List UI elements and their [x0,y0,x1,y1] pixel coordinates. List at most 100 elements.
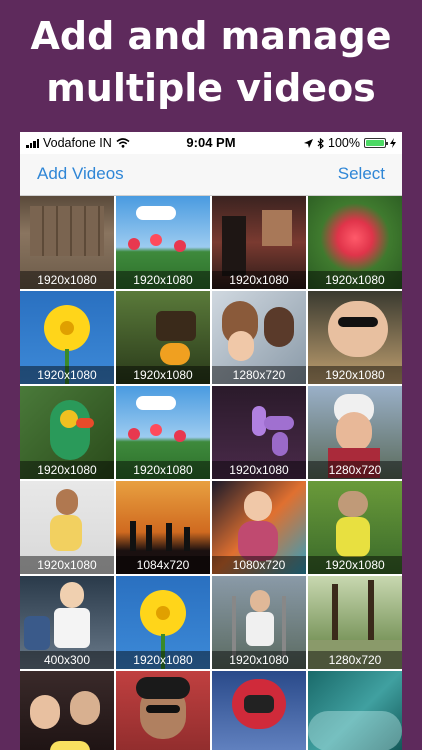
thumbnail-image-detail [130,521,136,551]
thumbnail-image-detail [146,705,180,713]
video-thumbnail[interactable] [308,671,402,750]
video-resolution-label: 1920x1080 [20,556,114,574]
thumbnail-image-detail [338,491,368,517]
thumbnail-image-detail [160,343,190,365]
thumbnail-image-detail [156,311,196,341]
video-resolution-label: 1280x720 [212,366,306,384]
video-resolution-label: 1920x1080 [308,366,402,384]
thumbnail-image-detail [60,410,78,428]
thumbnail-image-detail [222,216,246,276]
video-resolution-label: 1920x1080 [212,271,306,289]
thumbnail-image-detail [308,711,402,750]
add-videos-button[interactable]: Add Videos [37,164,124,184]
thumbnail-image-detail [24,616,50,650]
thumbnail-image-detail [264,307,294,347]
thumbnail-image-detail [76,418,94,428]
thumbnail-image-detail [56,489,78,515]
thumbnail-image-detail [282,596,286,656]
video-thumbnail[interactable]: 1920x1080 [116,291,210,384]
thumbnail-image-detail [228,331,254,361]
video-thumbnail[interactable]: 1920x1080 [308,481,402,574]
video-resolution-label: 1920x1080 [212,651,306,669]
video-thumbnail[interactable] [212,671,306,750]
status-bar: Vodafone IN 9:04 PM 100% [20,132,402,154]
video-thumbnail[interactable]: 1920x1080 [308,196,402,289]
thumbnail-image-detail [156,606,170,620]
thumbnail-image-detail [150,424,162,436]
thumbnail-image-detail [272,432,288,456]
video-thumbnail[interactable]: 1920x1080 [116,386,210,479]
select-button[interactable]: Select [338,164,385,184]
thumbnail-image-detail [328,301,388,357]
video-resolution-label: 1920x1080 [20,366,114,384]
thumbnail-image-detail [246,612,274,646]
headline-line-1: Add and manage [30,14,392,58]
thumbnail-image-detail [166,523,172,551]
video-thumbnail[interactable]: 1920x1080 [116,576,210,669]
video-thumbnail[interactable]: 1920x1080 [20,196,114,289]
video-thumbnail[interactable]: 1280x720 [308,576,402,669]
video-resolution-label: 1920x1080 [20,461,114,479]
video-thumbnail[interactable]: 400x300 [20,576,114,669]
video-resolution-label: 1920x1080 [212,461,306,479]
battery-percent: 100% [328,136,360,150]
thumbnail-image-detail [136,677,190,699]
thumbnail-image-detail [30,695,60,729]
thumbnail-image-detail [136,396,176,410]
video-resolution-label: 1920x1080 [20,271,114,289]
thumbnail-image-detail [128,238,140,250]
video-thumbnail[interactable] [20,671,114,750]
headline-line-2: multiple videos [46,66,376,110]
video-thumbnail[interactable]: 1920x1080 [212,576,306,669]
thumbnail-image-detail [50,515,82,551]
video-thumbnail[interactable]: 1920x1080 [212,386,306,479]
phone-screen: Vodafone IN 9:04 PM 100% Add Videos Sele… [20,132,402,750]
thumbnail-image-detail [338,317,378,327]
thumbnail-image-detail [60,321,74,335]
video-resolution-label: 1920x1080 [116,271,210,289]
thumbnail-image-detail [50,400,90,460]
thumbnail-image-detail [174,240,186,252]
thumbnail-image-detail [54,608,90,648]
video-thumbnail[interactable]: 1920x1080 [116,196,210,289]
thumbnail-image-detail [336,412,372,452]
video-thumbnail[interactable]: 1084x720 [116,481,210,574]
video-resolution-label: 1920x1080 [308,271,402,289]
video-resolution-label: 1920x1080 [308,556,402,574]
thumbnail-image-detail [60,582,84,608]
bluetooth-icon [317,137,324,149]
thumbnail-image-detail [250,590,270,612]
thumbnail-image-detail [184,527,190,551]
video-resolution-label: 1084x720 [116,556,210,574]
thumbnail-image-detail [264,416,294,430]
video-thumbnail[interactable]: 1920x1080 [20,291,114,384]
video-thumbnail[interactable] [116,671,210,750]
thumbnail-image-detail [136,206,176,220]
location-icon [304,138,314,148]
video-thumbnail[interactable]: 1920x1080 [212,196,306,289]
video-thumbnail[interactable]: 1080x720 [212,481,306,574]
video-thumbnail[interactable]: 1920x1080 [308,291,402,384]
video-grid: 1920x1080 1920x1080 1920x1080 1920x1080 1920… [20,196,402,750]
charging-icon [390,138,396,148]
video-thumbnail[interactable]: 1280x720 [308,386,402,479]
video-resolution-label: 1280x720 [308,461,402,479]
thumbnail-image-detail [50,741,90,750]
video-resolution-label: 1920x1080 [116,366,210,384]
video-resolution-label: 1280x720 [308,651,402,669]
thumbnail-image-detail [174,430,186,442]
thumbnail-image-detail [238,521,278,561]
battery-icon [364,138,388,148]
navigation-bar: Add Videos Select [20,154,402,196]
thumbnail-image-detail [146,525,152,551]
video-thumbnail[interactable]: 1920x1080 [20,386,114,479]
video-thumbnail[interactable]: 1920x1080 [20,481,114,574]
thumbnail-image-detail [244,491,272,521]
thumbnail-image-detail [232,596,236,656]
thumbnail-image-detail [128,428,140,440]
thumbnail-image-detail [150,234,162,246]
headline: Add and manage multiple videos [0,10,422,114]
thumbnail-image-detail [336,517,370,557]
video-thumbnail[interactable]: 1280x720 [212,291,306,384]
video-resolution-label: 400x300 [20,651,114,669]
